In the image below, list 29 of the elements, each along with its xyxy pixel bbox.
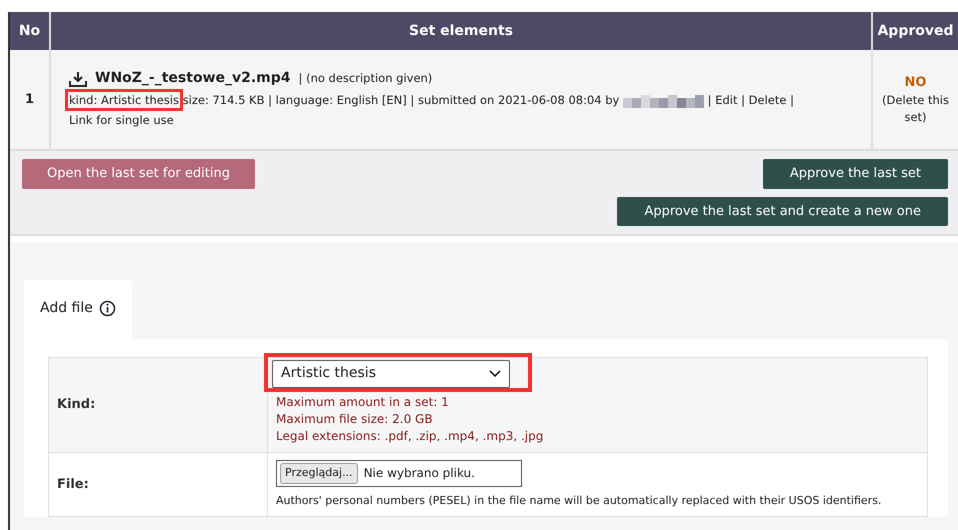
text-link[interactable]: Delete <box>748 93 786 108</box>
tab[interactable]: Add file <box>24 280 132 339</box>
field-note: Maximum file size: 2.0 GB <box>276 411 434 428</box>
field-label: Kind: <box>57 397 96 412</box>
text-link[interactable]: Edit <box>715 93 738 108</box>
field-note: Maximum amount in a set: 1 <box>276 394 450 411</box>
edit-set-button[interactable]: Open the last set for editing <box>22 159 255 188</box>
file-status: Nie wybrano pliku. <box>364 465 475 482</box>
approval-status: NO <box>904 74 928 92</box>
file-link[interactable]: WNoZ_-_testowe_v2.mp4 <box>95 68 291 90</box>
delete-set-link[interactable]: (Delete this set) <box>877 92 954 126</box>
file-input[interactable]: Przeglądaj... Nie wybrano pliku. <box>276 460 522 487</box>
file-details: kind: Artistic thesis size: 714.5 KB | language: English [EN] | submitted on 2021-06-08 08:04 by | Edit | Delete | Link for single use <box>69 89 863 131</box>
text-link[interactable]: Link for single use <box>69 113 174 127</box>
row-number: 1 <box>24 92 34 107</box>
info-icon <box>98 300 116 317</box>
file-description: | (no description given) <box>298 70 432 88</box>
hint-text: Authors' personal numbers (PESEL) in the file name will be automatically replaced with their USOS identifiers. <box>276 492 882 509</box>
column-header: No <box>18 22 40 38</box>
column-header: Approved <box>877 22 954 38</box>
field-note: Legal extensions: .pdf, .zip, .mp4, .mp3, .jpg <box>276 428 544 446</box>
column-header: Set elements <box>408 22 513 38</box>
select-field[interactable]: Artistic thesis <box>272 360 510 388</box>
browse-button[interactable]: Przeglądaj... <box>280 463 358 484</box>
download-icon <box>69 70 87 87</box>
approve-button[interactable]: Approve the last set <box>762 159 948 188</box>
field-label: File: <box>57 476 89 492</box>
chevron-down-icon <box>489 370 501 378</box>
approve-button[interactable]: Approve the last set and create a new one <box>617 196 948 226</box>
